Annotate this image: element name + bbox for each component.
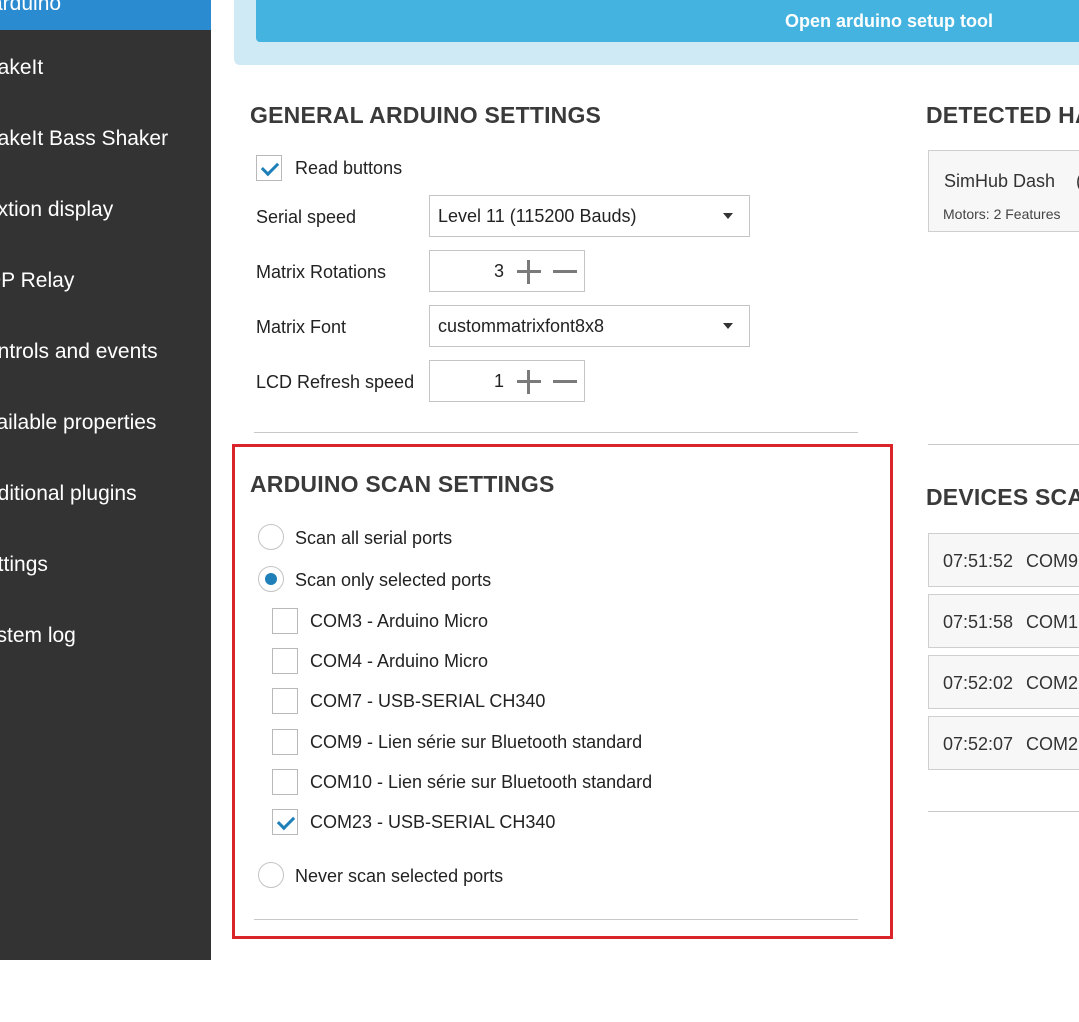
port-label: COM23 - USB-SERIAL CH340 — [310, 812, 556, 832]
open-setup-tool-button[interactable]: Open arduino setup tool — [256, 0, 1079, 42]
scan-all-radio[interactable] — [258, 524, 284, 550]
scan-log-entry: 07:51:58 COM1 — [928, 594, 1079, 648]
sidebar-item-shakeit[interactable]: hakeIt — [0, 48, 43, 88]
scan-all-label: Scan all serial ports — [295, 528, 453, 548]
devices-scan-title: DEVICES SCA — [926, 484, 1079, 510]
lcd-refresh-value: 1 — [493, 371, 504, 391]
scan-port: COM2 — [1026, 734, 1079, 754]
sidebar-item-system-log[interactable]: ystem log — [0, 616, 76, 656]
scan-settings-title: ARDUINO SCAN SETTINGS — [250, 471, 555, 497]
matrix-rotations-value: 3 — [493, 261, 504, 281]
sidebar-item-additional-plugins[interactable]: dditional plugins — [0, 474, 137, 514]
device-name: SimHub Dash — [944, 171, 1056, 191]
scan-time: 07:52:02 — [943, 673, 1014, 693]
minus-icon[interactable] — [552, 259, 578, 285]
chevron-down-icon — [723, 323, 733, 329]
port-label: COM3 - Arduino Micro — [310, 611, 489, 631]
scan-port: COM9 — [1026, 551, 1079, 571]
port-checkbox-com9[interactable] — [272, 729, 298, 755]
chevron-down-icon — [723, 213, 733, 219]
sidebar-item-label: arduino — [0, 0, 62, 15]
lcd-refresh-label: LCD Refresh speed — [256, 372, 415, 392]
scan-port: COM1 — [1026, 612, 1079, 632]
port-label: COM7 - USB-SERIAL CH340 — [310, 691, 546, 711]
sidebar-item-controls-and-events[interactable]: ontrols and events — [0, 332, 158, 372]
plus-icon[interactable] — [516, 259, 542, 285]
read-buttons-label: Read buttons — [295, 158, 403, 178]
scan-time: 07:51:58 — [943, 612, 1014, 632]
sidebar: arduino hakeIt hakeIt Bass Shaker extion… — [0, 0, 211, 960]
device-meta: Motors: 2 Features — [943, 206, 1061, 222]
divider — [928, 444, 1079, 445]
port-label: COM9 - Lien série sur Bluetooth standard — [310, 732, 643, 752]
matrix-font-value: custommatrixfont8x8 — [438, 316, 605, 336]
matrix-font-select[interactable]: custommatrixfont8x8 — [429, 305, 750, 347]
plus-icon[interactable] — [516, 369, 542, 395]
scan-log-entry: 07:52:02 COM2 — [928, 655, 1079, 709]
port-checkbox-com23[interactable] — [272, 809, 298, 835]
serial-speed-select[interactable]: Level 11 (115200 Bauds) — [429, 195, 750, 237]
scan-time: 07:52:07 — [943, 734, 1014, 754]
divider — [254, 432, 858, 433]
minus-icon[interactable] — [552, 369, 578, 395]
sidebar-item-arduino[interactable]: arduino — [0, 0, 211, 30]
never-scan-radio[interactable] — [258, 862, 284, 888]
sidebar-item-settings[interactable]: ettings — [0, 545, 48, 585]
serial-speed-label: Serial speed — [256, 207, 357, 227]
detected-device-card[interactable]: SimHub Dash ( Motors: 2 Features — [928, 150, 1079, 232]
matrix-font-label: Matrix Font — [256, 317, 347, 337]
read-buttons-checkbox[interactable] — [256, 155, 282, 181]
port-checkbox-com10[interactable] — [272, 769, 298, 795]
lcd-refresh-stepper[interactable]: 1 — [429, 360, 585, 402]
divider — [254, 919, 858, 920]
sidebar-item-nextion-display[interactable]: extion display — [0, 190, 113, 230]
port-label: COM4 - Arduino Micro — [310, 651, 489, 671]
never-scan-label: Never scan selected ports — [295, 866, 504, 886]
port-checkbox-com7[interactable] — [272, 688, 298, 714]
detected-hardware-title: DETECTED HA — [926, 102, 1079, 128]
general-settings-title: GENERAL ARDUINO SETTINGS — [250, 102, 602, 128]
port-checkbox-com4[interactable] — [272, 648, 298, 674]
port-checkbox-com3[interactable] — [272, 608, 298, 634]
serial-speed-value: Level 11 (115200 Bauds) — [438, 206, 637, 226]
matrix-rotations-stepper[interactable]: 3 — [429, 250, 585, 292]
port-label: COM10 - Lien série sur Bluetooth standar… — [310, 772, 653, 792]
sidebar-item-available-properties[interactable]: vailable properties — [0, 403, 156, 443]
scan-log-entry: 07:52:07 COM2 — [928, 716, 1079, 770]
matrix-rotations-label: Matrix Rotations — [256, 262, 387, 282]
sidebar-item-shakeit-bass-shaker[interactable]: hakeIt Bass Shaker — [0, 119, 168, 159]
scan-log-entry: 07:51:52 COM9 — [928, 533, 1079, 587]
scan-selected-label: Scan only selected ports — [295, 570, 492, 590]
divider — [928, 811, 1079, 812]
scan-port: COM2 — [1026, 673, 1079, 693]
scan-selected-radio[interactable] — [258, 566, 284, 592]
scan-time: 07:51:52 — [943, 551, 1014, 571]
sidebar-item-udp-relay[interactable]: DP Relay — [0, 261, 74, 301]
